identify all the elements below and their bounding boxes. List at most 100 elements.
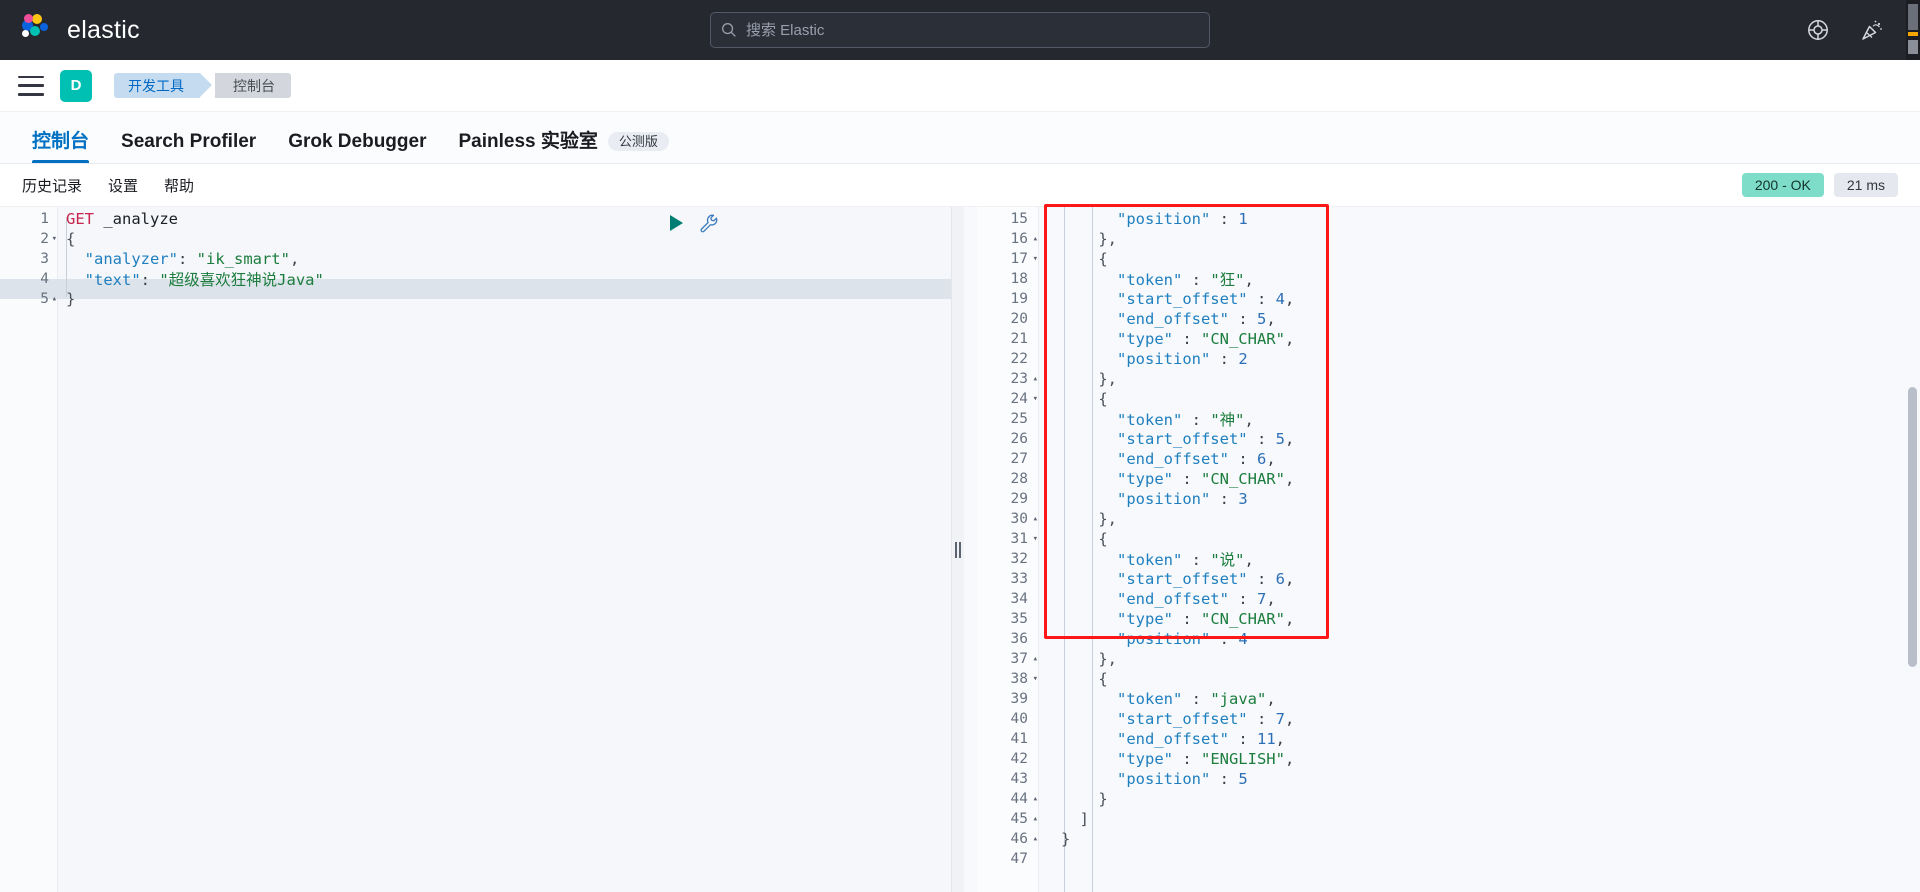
whats-new-party-icon[interactable] <box>1860 18 1884 42</box>
line-number: 4 <box>40 271 49 287</box>
code-text: "token" : "神", <box>1061 411 1254 429</box>
code-text: "position" : 4 <box>1061 630 1248 648</box>
tab-console-label: 控制台 <box>32 131 90 152</box>
code-line: 21 "type" : "CN_CHAR", <box>952 329 1920 349</box>
brand-name: elastic <box>67 15 140 44</box>
line-number: 2 ▾ <box>40 231 57 247</box>
code-text: GET _analyze <box>66 210 178 228</box>
line-number: 25 <box>1010 411 1028 427</box>
console-submenu: 历史记录 设置 帮助 200 - OK 21 ms <box>0 164 1920 206</box>
search-box[interactable] <box>710 12 1210 48</box>
brand-logo-group[interactable]: elastic <box>0 14 140 46</box>
fold-toggle-icon[interactable]: ▴ <box>1033 794 1038 804</box>
code-text: "type" : "CN_CHAR", <box>1061 610 1295 628</box>
tab-grok-debugger-label: Grok Debugger <box>288 131 427 152</box>
fold-toggle-icon[interactable]: ▴ <box>1033 834 1038 844</box>
submenu-item-help[interactable]: 帮助 <box>164 175 194 196</box>
breadcrumb-item-console[interactable]: 控制台 <box>215 73 291 98</box>
response-scrollbar[interactable] <box>1908 387 1917 667</box>
response-output-code: 15 "position" : 1 16 ▴ }, 17 ▾ {18 "token" :… <box>952 207 1920 869</box>
code-line: 27 "end_offset" : 6, <box>952 449 1920 469</box>
code-line: 36 "position" : 4 <box>952 629 1920 649</box>
code-text: "start_offset" : 4, <box>1061 290 1295 308</box>
code-line: 42 "type" : "ENGLISH", <box>952 749 1920 769</box>
code-line: 3 "analyzer": "ik_smart", <box>0 249 951 269</box>
code-line: 34 "end_offset" : 7, <box>952 589 1920 609</box>
pane-resize-handle[interactable] <box>952 207 964 892</box>
fold-toggle-icon[interactable]: ▴ <box>1033 814 1038 824</box>
code-line: 4 "text": "超级喜欢狂神说Java" <box>0 269 951 289</box>
line-number: 23 ▴ <box>1010 371 1038 387</box>
submenu-item-settings[interactable]: 设置 <box>108 175 138 196</box>
line-number: 32 <box>1010 551 1028 567</box>
code-text: { <box>1061 250 1108 268</box>
line-number: 26 <box>1010 431 1028 447</box>
tab-grok-debugger[interactable]: Grok Debugger <box>272 132 442 163</box>
line-number: 28 <box>1010 471 1028 487</box>
code-line: 18 "token" : "狂", <box>952 269 1920 289</box>
header-actions <box>1806 18 1884 42</box>
code-text: "end_offset" : 11, <box>1061 730 1285 748</box>
search-input[interactable] <box>746 21 1199 39</box>
request-editor-pane[interactable]: 1 GET _analyze 2 ▾ {3 "analyzer": "ik_smart"… <box>0 207 952 892</box>
send-request-icon[interactable] <box>670 215 683 231</box>
tab-search-profiler-label: Search Profiler <box>121 131 257 152</box>
code-text: { <box>1061 390 1108 408</box>
code-text: "text": "超级喜欢狂神说Java" <box>66 271 324 289</box>
space-avatar[interactable]: D <box>60 69 92 102</box>
response-time-badge: 21 ms <box>1833 173 1898 197</box>
code-line: 24 ▾ { <box>952 389 1920 409</box>
tab-search-profiler[interactable]: Search Profiler <box>105 132 272 163</box>
hamburger-menu-icon[interactable] <box>18 75 44 96</box>
code-line: 37 ▴ }, <box>952 649 1920 669</box>
line-number: 22 <box>1010 351 1028 367</box>
fold-toggle-icon[interactable]: ▴ <box>1033 234 1038 244</box>
line-number: 41 <box>1010 731 1028 747</box>
code-line: 47 <box>952 849 1920 869</box>
code-line: 40 "start_offset" : 7, <box>952 709 1920 729</box>
request-editor-code[interactable]: 1 GET _analyze 2 ▾ {3 "analyzer": "ik_smart"… <box>0 207 951 309</box>
fold-toggle-icon[interactable]: ▴ <box>52 294 57 304</box>
elastic-logo-icon <box>22 14 54 46</box>
wrench-icon[interactable] <box>699 213 719 233</box>
fold-toggle-icon[interactable]: ▾ <box>1033 394 1038 404</box>
console-workspace: 1 GET _analyze 2 ▾ {3 "analyzer": "ik_smart"… <box>0 204 1920 892</box>
fold-toggle-icon[interactable]: ▾ <box>1033 534 1038 544</box>
response-output-pane[interactable]: 15 "position" : 1 16 ▴ }, 17 ▾ {18 "token" :… <box>952 207 1920 892</box>
tab-painless-lab[interactable]: Painless 实验室 公测版 <box>443 132 685 163</box>
fold-toggle-icon[interactable]: ▾ <box>1033 674 1038 684</box>
fold-toggle-icon[interactable]: ▾ <box>52 234 57 244</box>
code-text: }, <box>1061 650 1117 668</box>
code-text: "token" : "说", <box>1061 551 1254 569</box>
line-number: 18 <box>1010 271 1028 287</box>
line-number: 39 <box>1010 691 1028 707</box>
fold-toggle-icon[interactable]: ▴ <box>1033 374 1038 384</box>
breadcrumb-item-dev-tools[interactable]: 开发工具 <box>114 73 212 98</box>
fold-toggle-icon[interactable]: ▴ <box>1033 654 1038 664</box>
line-number: 36 <box>1010 631 1028 647</box>
line-number: 15 <box>1010 211 1028 227</box>
code-text: } <box>66 290 76 308</box>
submenu-item-history[interactable]: 历史记录 <box>22 175 82 196</box>
page-scrollbar[interactable] <box>1906 0 1920 60</box>
code-text: "end_offset" : 7, <box>1061 590 1276 608</box>
breadcrumb: 开发工具 控制台 <box>114 73 291 98</box>
line-number: 16 ▴ <box>1010 231 1038 247</box>
code-line: 26 "start_offset" : 5, <box>952 429 1920 449</box>
tab-console[interactable]: 控制台 <box>16 132 105 163</box>
line-number: 27 <box>1010 451 1028 467</box>
line-number: 31 ▾ <box>1010 531 1038 547</box>
search-icon <box>722 23 736 37</box>
fold-toggle-icon[interactable]: ▾ <box>1033 254 1038 264</box>
help-lifebuoy-icon[interactable] <box>1806 18 1830 42</box>
code-line: 32 "token" : "说", <box>952 549 1920 569</box>
line-number: 21 <box>1010 331 1028 347</box>
line-number: 33 <box>1010 571 1028 587</box>
line-number: 42 <box>1010 751 1028 767</box>
fold-toggle-icon[interactable]: ▴ <box>1033 514 1038 524</box>
global-search[interactable] <box>710 12 1210 48</box>
code-line: 29 "position" : 3 <box>952 489 1920 509</box>
code-line: 31 ▾ { <box>952 529 1920 549</box>
code-text: { <box>66 230 76 248</box>
tab-painless-lab-label: Painless 实验室 <box>458 131 598 152</box>
